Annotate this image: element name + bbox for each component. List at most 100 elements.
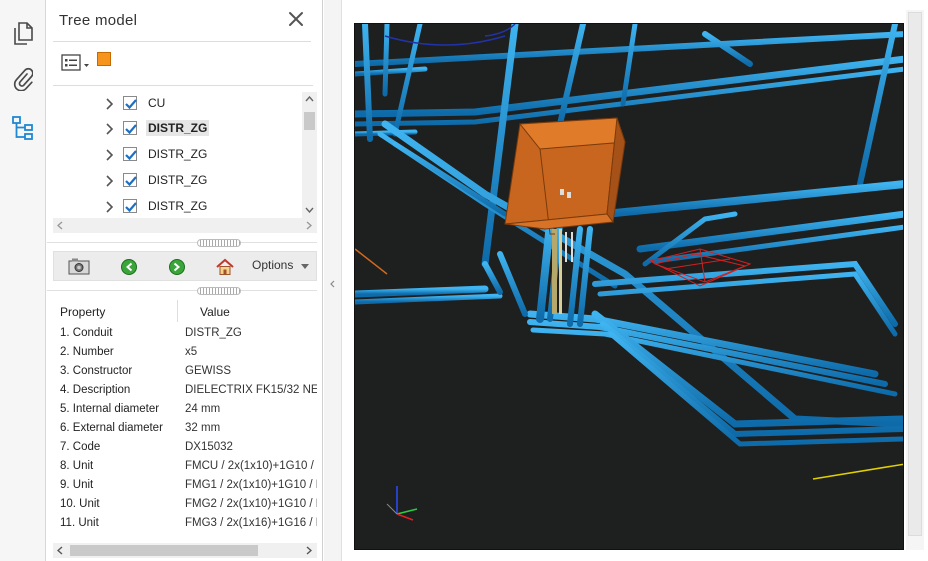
divider bbox=[47, 242, 317, 243]
scroll-right-icon[interactable] bbox=[306, 221, 312, 230]
color-swatch[interactable] bbox=[97, 52, 111, 66]
arc-guide bbox=[384, 35, 506, 46]
property-value: GEWISS bbox=[185, 365, 232, 377]
checkbox-checked[interactable] bbox=[123, 121, 137, 135]
panel-title: Tree model bbox=[59, 12, 138, 29]
table-row[interactable]: 2. Number x5 bbox=[53, 344, 317, 363]
navigation-rail bbox=[0, 0, 46, 561]
axis-gizmo-icon bbox=[386, 486, 418, 521]
options-button[interactable]: Options bbox=[252, 258, 293, 272]
chevron-right-icon[interactable] bbox=[105, 97, 115, 111]
tree-item[interactable]: CU bbox=[53, 92, 303, 116]
guide-line bbox=[812, 463, 903, 480]
view-options-button[interactable] bbox=[61, 52, 91, 74]
table-row[interactable]: 1. Conduit DISTR_ZG bbox=[53, 325, 317, 344]
forward-arrow-icon[interactable] bbox=[166, 257, 188, 277]
checkbox-checked[interactable] bbox=[123, 199, 137, 213]
property-key: 10. Unit bbox=[60, 498, 100, 510]
attachment-icon[interactable] bbox=[9, 65, 37, 93]
property-value: FMCU / 2x(1x10)+1G10 / N bbox=[185, 460, 317, 472]
property-key: 3. Constructor bbox=[60, 365, 133, 377]
table-row[interactable]: 4. Description DIELECTRIX FK15/32 NERO bbox=[53, 382, 317, 401]
tree-model-panel: Tree model CU DISTR_ZG DISTR_ZG DISTR_ZG… bbox=[47, 0, 323, 561]
guide-line bbox=[355, 248, 388, 275]
tree-item[interactable]: DISTR_ZG bbox=[53, 143, 303, 167]
tree-view: CU DISTR_ZG DISTR_ZG DISTR_ZG DISTR_ZG bbox=[53, 92, 317, 218]
viewer-vertical-scrollbar[interactable] bbox=[906, 10, 924, 550]
chevron-right-icon[interactable] bbox=[105, 174, 115, 188]
close-icon[interactable] bbox=[287, 10, 305, 28]
splitter-handle[interactable] bbox=[47, 238, 317, 248]
tree-item-label: CU bbox=[148, 96, 166, 110]
table-row[interactable]: 7. Code DX15032 bbox=[53, 439, 317, 458]
scroll-left-icon[interactable] bbox=[57, 546, 63, 555]
table-row[interactable]: 9. Unit FMG1 / 2x(1x10)+1G10 / N bbox=[53, 477, 317, 496]
property-key: 2. Number bbox=[60, 346, 114, 358]
chevron-right-icon[interactable] bbox=[105, 148, 115, 162]
tree-horizontal-scrollbar[interactable] bbox=[53, 218, 317, 233]
scroll-right-icon[interactable] bbox=[306, 546, 312, 555]
table-row[interactable]: 3. Constructor GEWISS bbox=[53, 363, 317, 382]
property-key: 5. Internal diameter bbox=[60, 403, 160, 415]
tree-item-label: DISTR_ZG bbox=[148, 173, 208, 187]
grip-icon[interactable] bbox=[197, 239, 241, 247]
property-key: 9. Unit bbox=[60, 479, 94, 491]
property-key: 4. Description bbox=[60, 384, 131, 396]
property-value: FMG3 / 2x(1x16)+1G16 / N bbox=[185, 517, 317, 529]
tree-item[interactable]: DISTR_ZG bbox=[53, 169, 303, 193]
3d-model-viewport[interactable] bbox=[354, 23, 904, 550]
properties-table: Property Value 1. Conduit DISTR_ZG 2. Num… bbox=[53, 298, 317, 540]
scroll-down-icon[interactable] bbox=[305, 207, 314, 213]
scroll-thumb[interactable] bbox=[908, 12, 922, 536]
scroll-left-icon[interactable] bbox=[57, 221, 63, 230]
property-value: 32 mm bbox=[185, 422, 221, 434]
scroll-up-icon[interactable] bbox=[305, 96, 314, 102]
scroll-thumb[interactable] bbox=[70, 545, 258, 556]
property-value: DISTR_ZG bbox=[185, 327, 242, 339]
column-header-value[interactable]: Value bbox=[200, 305, 230, 319]
chevron-down-icon[interactable] bbox=[301, 264, 309, 269]
tree-model-icon[interactable] bbox=[9, 114, 37, 142]
tree-item-label: DISTR_ZG bbox=[146, 120, 210, 136]
tree-item-selected[interactable]: DISTR_ZG bbox=[53, 117, 303, 141]
snapshot-camera-icon[interactable] bbox=[68, 257, 90, 277]
splitter-handle[interactable] bbox=[47, 286, 317, 296]
checkbox-checked[interactable] bbox=[123, 147, 137, 161]
back-arrow-icon[interactable] bbox=[118, 257, 140, 277]
tree-vertical-scrollbar[interactable] bbox=[302, 92, 317, 218]
grip-icon[interactable] bbox=[197, 287, 241, 295]
panel-collapse-rail[interactable] bbox=[324, 0, 342, 561]
divider bbox=[53, 85, 313, 86]
tree-item-label: DISTR_ZG bbox=[148, 147, 208, 161]
property-key: 7. Code bbox=[60, 441, 101, 453]
properties-horizontal-scrollbar[interactable] bbox=[53, 543, 317, 558]
chevron-right-icon[interactable] bbox=[105, 200, 115, 214]
property-key: 1. Conduit bbox=[60, 327, 113, 339]
property-key: 6. External diameter bbox=[60, 422, 163, 434]
divider bbox=[47, 290, 317, 291]
column-divider[interactable] bbox=[177, 300, 178, 322]
divider bbox=[53, 41, 311, 42]
table-row[interactable]: 11. Unit FMG3 / 2x(1x16)+1G16 / N bbox=[53, 515, 317, 534]
table-row[interactable]: 10. Unit FMG2 / 2x(1x10)+1G10 / N bbox=[53, 496, 317, 515]
home-icon[interactable] bbox=[214, 257, 236, 277]
table-row[interactable]: 5. Internal diameter 24 mm bbox=[53, 401, 317, 420]
junction-box bbox=[504, 117, 626, 235]
tree-toolbar: Options bbox=[53, 251, 317, 281]
tree-item-label: DISTR_ZG bbox=[148, 199, 208, 213]
table-row[interactable]: 8. Unit FMCU / 2x(1x10)+1G10 / N bbox=[53, 458, 317, 477]
property-value: DX15032 bbox=[185, 441, 233, 453]
3d-scene[interactable] bbox=[355, 24, 904, 550]
collapse-left-icon[interactable] bbox=[330, 280, 335, 288]
conduit-network bbox=[355, 24, 903, 452]
checkbox-checked[interactable] bbox=[123, 96, 137, 110]
checkbox-checked[interactable] bbox=[123, 173, 137, 187]
tree-item[interactable]: DISTR_ZG bbox=[53, 195, 303, 218]
property-value: FMG1 / 2x(1x10)+1G10 / N bbox=[185, 479, 317, 491]
pages-icon[interactable] bbox=[9, 20, 37, 48]
table-row[interactable]: 6. External diameter 32 mm bbox=[53, 420, 317, 439]
scroll-thumb[interactable] bbox=[304, 112, 315, 130]
column-header-property[interactable]: Property bbox=[60, 305, 105, 319]
property-value: 24 mm bbox=[185, 403, 221, 415]
chevron-right-icon[interactable] bbox=[105, 122, 115, 136]
